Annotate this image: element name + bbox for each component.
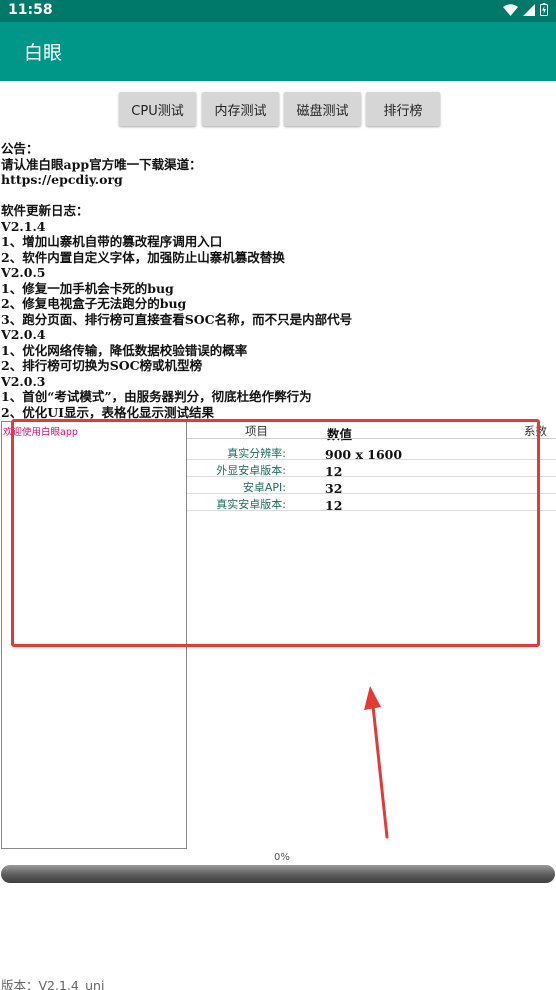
notice-line: 请认准白眼app官方唯一下载渠道： bbox=[1, 156, 202, 172]
notice-line: 2、优化UI显示，表格化显示测试结果 bbox=[1, 404, 214, 420]
notice-line: V2.0.5 bbox=[1, 265, 46, 280]
status-bar: 11:58 bbox=[0, 0, 556, 22]
notice-line: 3、跑分页面、排行榜可直接查看SOC名称，而不只是内部代号 bbox=[1, 311, 353, 327]
notice-line: 公告： bbox=[1, 141, 39, 156]
disk-test-button[interactable]: 磁盘测试 bbox=[284, 92, 361, 126]
annotation-highlight-box bbox=[11, 419, 540, 647]
status-time: 11:58 bbox=[8, 2, 53, 18]
notice-line: 1、增加山寨机自带的篡改程序调用入口 bbox=[1, 234, 223, 249]
notice-line: 1、优化网络传输，降低数据校验错误的概率 bbox=[1, 342, 248, 358]
notice-line: 2、排行榜可切换为SOC榜或机型榜 bbox=[1, 358, 203, 373]
ranking-button[interactable]: 排行榜 bbox=[366, 92, 440, 126]
notice-line bbox=[1, 188, 553, 204]
notice-line: https://epcdiy.org bbox=[1, 172, 123, 187]
notice-line: V2.0.4 bbox=[1, 327, 46, 342]
battery-charging-icon bbox=[540, 3, 548, 16]
app-bar: 白眼 bbox=[0, 22, 556, 81]
status-icons bbox=[503, 3, 548, 16]
notice-changelog[interactable]: 公告： 请认准白眼app官方唯一下载渠道： https://epcdiy.org 软件… bbox=[1, 141, 553, 419]
version-label: 版本：V2.1.4_uni bbox=[1, 978, 105, 990]
notice-line: 2、软件内置自定义字体，加强防止山寨机篡改替换 bbox=[1, 249, 285, 265]
wifi-icon bbox=[503, 3, 518, 16]
notice-line: 1、修复一加手机会卡死的bug bbox=[1, 280, 174, 296]
test-button-row: CPU测试 内存测试 磁盘测试 排行榜 bbox=[0, 92, 556, 126]
notice-line: V2.1.4 bbox=[1, 218, 46, 234]
notice-line: 2、修复电视盒子无法跑分的bug bbox=[1, 296, 187, 311]
notice-line: 软件更新日志： bbox=[1, 203, 89, 218]
progress-percent: 0% bbox=[274, 852, 290, 863]
signal-icon bbox=[523, 3, 535, 16]
notice-line: V2.0.3 bbox=[1, 373, 46, 389]
progress-bar bbox=[1, 865, 555, 883]
app-title: 白眼 bbox=[24, 42, 63, 64]
memory-test-button[interactable]: 内存测试 bbox=[202, 92, 279, 126]
cpu-test-button[interactable]: CPU测试 bbox=[119, 92, 196, 126]
annotation-arrow bbox=[364, 686, 389, 839]
notice-line: 1、首创“考试模式”，由服务器判分，彻底杜绝作弊行为 bbox=[1, 389, 312, 404]
